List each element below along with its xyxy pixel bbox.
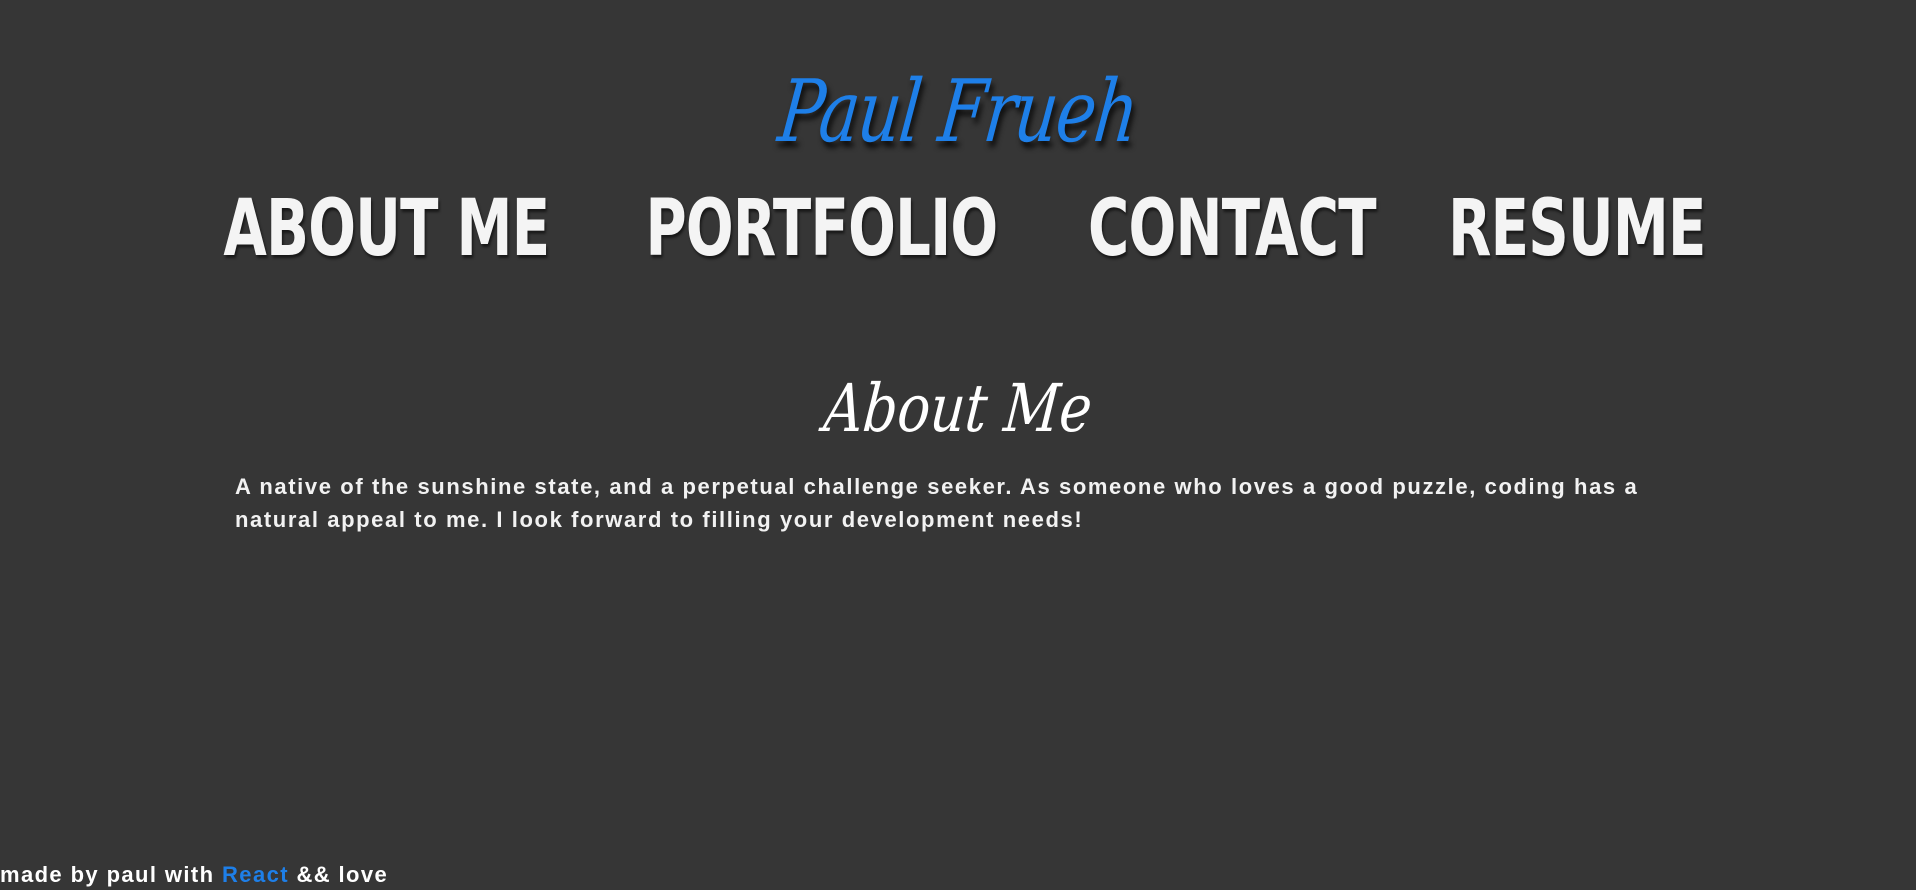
section-title: About Me — [820, 370, 1096, 447]
footer-prefix: made by paul with — [0, 862, 223, 887]
nav-contact[interactable]: CONTACT — [1088, 190, 1377, 268]
nav-resume[interactable]: RESUME — [1448, 190, 1706, 268]
react-link[interactable]: React — [222, 862, 289, 887]
footer: made by paul with React && love — [0, 860, 388, 890]
main-nav: ABOUT ME PORTFOLIO CONTACT RESUME — [0, 190, 1916, 268]
about-paragraph: A native of the sunshine state, and a pe… — [235, 474, 1639, 532]
site-title[interactable]: Paul Frueh — [205, 62, 1710, 162]
nav-about-me[interactable]: ABOUT ME — [224, 190, 551, 268]
footer-suffix: && love — [288, 862, 389, 887]
nav-portfolio[interactable]: PORTFOLIO — [646, 190, 999, 268]
